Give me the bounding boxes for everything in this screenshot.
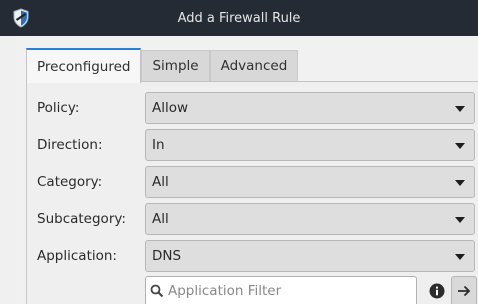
triangle-down-icon	[455, 217, 465, 223]
application-filter-input[interactable]	[164, 283, 409, 299]
direction-row: Direction: In	[27, 129, 478, 161]
category-value: All	[152, 174, 169, 190]
policy-row: Policy: Allow	[27, 92, 478, 124]
tab-preconfigured[interactable]: Preconfigured	[26, 48, 142, 83]
apply-filter-button[interactable]	[451, 276, 477, 304]
tab-bar: Preconfigured Simple Advanced	[26, 48, 299, 83]
policy-value: Allow	[152, 100, 189, 116]
application-filter-field[interactable]	[145, 276, 417, 304]
tab-advanced[interactable]: Advanced	[209, 50, 299, 81]
shield-icon	[13, 8, 29, 28]
application-value: DNS	[152, 248, 182, 264]
application-filter-row	[27, 276, 478, 304]
policy-label: Policy:	[37, 100, 80, 116]
category-select[interactable]: All	[145, 166, 475, 198]
application-label: Application:	[37, 248, 117, 264]
triangle-down-icon	[455, 180, 465, 186]
direction-label: Direction:	[37, 137, 103, 153]
triangle-down-icon	[455, 254, 465, 260]
subcategory-label: Subcategory:	[37, 211, 126, 227]
arrow-right-icon	[458, 285, 471, 297]
window-title: Add a Firewall Rule	[177, 10, 301, 26]
triangle-down-icon	[455, 143, 465, 149]
firewall-rule-dialog: Preconfigured Simple Advanced Policy: Al…	[16, 36, 478, 304]
subcategory-select[interactable]: All	[145, 203, 475, 235]
subcategory-value: All	[152, 211, 169, 227]
direction-value: In	[152, 137, 165, 153]
tab-simple[interactable]: Simple	[141, 50, 210, 81]
search-icon	[150, 284, 164, 298]
tab-label: Simple	[152, 58, 199, 74]
application-row: Application: DNS	[27, 240, 478, 272]
policy-select[interactable]: Allow	[145, 92, 475, 124]
category-row: Category: All	[27, 166, 478, 198]
preconfigured-panel: Policy: Allow Direction: In Category: Al…	[26, 81, 478, 304]
triangle-down-icon	[455, 106, 465, 112]
category-label: Category:	[37, 174, 103, 190]
tab-label: Advanced	[220, 58, 288, 74]
application-select[interactable]: DNS	[145, 240, 475, 272]
tab-label: Preconfigured	[37, 58, 131, 75]
direction-select[interactable]: In	[145, 129, 475, 161]
title-bar: Add a Firewall Rule	[0, 0, 478, 36]
info-button[interactable]	[425, 279, 449, 303]
subcategory-row: Subcategory: All	[27, 203, 478, 235]
info-icon	[429, 283, 445, 299]
